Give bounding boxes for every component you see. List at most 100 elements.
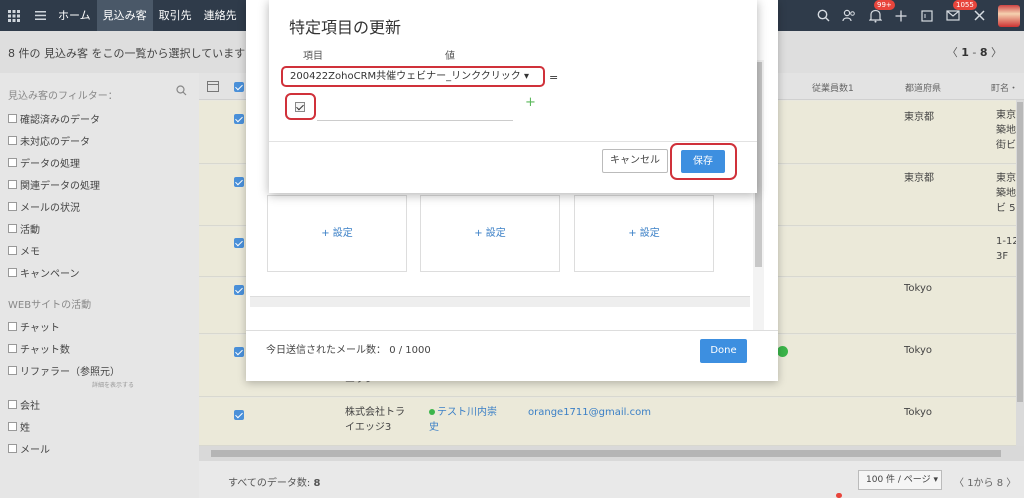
- filter-checkbox[interactable]: [8, 246, 17, 255]
- filter-item[interactable]: メモ: [8, 243, 40, 258]
- filter-item[interactable]: 確認済みのデータ: [8, 111, 100, 126]
- value-checkbox[interactable]: [295, 102, 305, 112]
- equals-sign: =: [549, 71, 559, 84]
- next-page-icon[interactable]: 〉: [1003, 478, 1016, 489]
- update-field-modal: 特定項目の更新 項目 値 200422ZohoCRM共催ウェビナー_リンククリッ…: [269, 0, 757, 193]
- row-checkbox[interactable]: [234, 238, 244, 248]
- chevron-down-icon: ▾: [523, 71, 529, 82]
- filter-item[interactable]: 未対応のデータ: [8, 133, 90, 148]
- user-avatar[interactable]: [998, 4, 1020, 27]
- column-header-employees[interactable]: 従業員数1: [812, 81, 854, 94]
- add-condition-icon[interactable]: +: [525, 95, 536, 110]
- modal-horizontal-scrollbar[interactable]: [250, 296, 750, 307]
- web-activity-section-title: WEBサイトの活動: [8, 300, 92, 311]
- prev-page-icon[interactable]: 〈: [947, 46, 962, 59]
- row-checkbox[interactable]: [234, 114, 244, 124]
- sent-mail-count: 今日送信されたメール数： 0 / 1000: [266, 345, 431, 356]
- total-count: すべてのデータ数: 8: [228, 478, 321, 489]
- table-vertical-scrollbar[interactable]: [1016, 100, 1024, 446]
- tab-home[interactable]: ホーム: [52, 0, 97, 31]
- template-slot[interactable]: + 設定: [574, 195, 714, 272]
- filter-item[interactable]: リファラー（参照元）: [8, 363, 120, 378]
- tab-accounts[interactable]: 取引先: [153, 0, 198, 31]
- template-setup-link[interactable]: + 設定: [268, 224, 406, 239]
- app-grid-icon[interactable]: [0, 0, 28, 31]
- table-horizontal-scrollbar[interactable]: [199, 446, 1024, 461]
- show-more-link[interactable]: 詳細を表示する: [92, 380, 134, 389]
- filter-item[interactable]: キャンペーン: [8, 265, 80, 280]
- cell-prefecture: Tokyo: [904, 407, 932, 418]
- setup-tools-icon[interactable]: [966, 0, 992, 31]
- cell-town: 東京 築地ビ 5: [996, 173, 1016, 214]
- save-button-highlight: 保存: [670, 143, 737, 180]
- bottom-pager[interactable]: 〈 1から 8 〉: [954, 474, 1016, 489]
- cell-contact-name[interactable]: テスト川内崇史: [429, 405, 497, 435]
- filter-checkbox[interactable]: [8, 444, 17, 453]
- row-checkbox[interactable]: [234, 285, 244, 295]
- scrollbar-thumb[interactable]: [1017, 102, 1023, 402]
- template-slot[interactable]: + 設定: [420, 195, 560, 272]
- prev-page-icon[interactable]: 〈: [954, 478, 967, 489]
- template-slot[interactable]: + 設定: [267, 195, 407, 272]
- filter-item[interactable]: 活動: [8, 221, 40, 236]
- modal-title: 特定項目の更新: [289, 18, 402, 37]
- mail-icon[interactable]: 1055: [940, 0, 977, 31]
- field-select[interactable]: 200422ZohoCRM共催ウェビナー_リンククリック ▾: [281, 66, 545, 87]
- template-setup-link[interactable]: + 設定: [421, 224, 559, 239]
- cell-prefecture: Tokyo: [904, 345, 932, 356]
- filter-checkbox[interactable]: [8, 344, 17, 353]
- cell-company: 株式会社トラ イエッジ3: [345, 407, 405, 433]
- template-setup-link[interactable]: + 設定: [575, 224, 713, 239]
- cell-town: 東京 築地 街ビ: [996, 110, 1016, 151]
- filter-item[interactable]: 姓: [8, 419, 30, 434]
- tab-leads[interactable]: 見込み客: [96, 0, 153, 31]
- filter-checkbox[interactable]: [8, 202, 17, 211]
- cell-email[interactable]: orange1711@gmail.com: [528, 405, 651, 420]
- per-page-select[interactable]: 100 件 / ページ ▾: [858, 470, 942, 490]
- column-header-town[interactable]: 町名・: [991, 81, 1018, 94]
- scrollbar-thumb[interactable]: [211, 450, 1001, 457]
- cancel-button[interactable]: キャンセル: [602, 149, 668, 173]
- column-header-prefecture[interactable]: 都道府県: [905, 81, 941, 94]
- filter-checkbox[interactable]: [8, 322, 17, 331]
- row-checkbox[interactable]: [234, 177, 244, 187]
- filter-checkbox[interactable]: [8, 180, 17, 189]
- next-page-icon[interactable]: 〉: [988, 46, 1002, 59]
- column-settings-icon[interactable]: [207, 81, 219, 95]
- top-pager[interactable]: 〈 1 - 8 〉: [947, 44, 1002, 60]
- notification-bell-icon[interactable]: 99+: [862, 0, 895, 31]
- filter-item[interactable]: 関連データの処理: [8, 177, 100, 192]
- filter-checkbox[interactable]: [8, 136, 17, 145]
- table-row[interactable]: 株式会社トラ イエッジ3 テスト川内崇史 orange1711@gmail.com…: [199, 398, 1024, 446]
- row-checkbox[interactable]: [234, 347, 244, 357]
- menu-icon[interactable]: [28, 0, 52, 31]
- filter-item[interactable]: チャット数: [8, 341, 70, 356]
- save-button[interactable]: 保存: [681, 150, 725, 173]
- tab-contacts[interactable]: 連絡先: [198, 0, 243, 31]
- chevron-down-icon: ▾: [933, 475, 939, 485]
- filter-checkbox[interactable]: [8, 114, 17, 123]
- filter-checkbox[interactable]: [8, 224, 17, 233]
- filter-item[interactable]: 会社: [8, 397, 40, 412]
- calendar-icon[interactable]: [914, 0, 940, 31]
- filter-search-icon[interactable]: [176, 85, 187, 99]
- filter-checkbox[interactable]: [8, 268, 17, 277]
- status-dot: [429, 409, 435, 415]
- filter-item[interactable]: メール: [8, 441, 50, 456]
- filter-checkbox[interactable]: [8, 158, 17, 167]
- done-button[interactable]: Done: [700, 339, 747, 363]
- value-checkbox-highlight: [285, 93, 316, 120]
- contacts-icon[interactable]: [836, 0, 862, 31]
- select-all-checkbox[interactable]: [234, 82, 244, 92]
- value-label: 値: [445, 51, 455, 62]
- row-checkbox[interactable]: [234, 410, 244, 420]
- filter-checkbox[interactable]: [8, 400, 17, 409]
- filter-item[interactable]: チャット: [8, 319, 60, 334]
- filter-item[interactable]: データの処理: [8, 155, 80, 170]
- add-icon[interactable]: [888, 0, 914, 31]
- search-icon[interactable]: [810, 0, 836, 31]
- filter-checkbox[interactable]: [8, 422, 17, 431]
- filter-checkbox[interactable]: [8, 366, 17, 375]
- indicator-dot: [836, 493, 842, 498]
- filter-item[interactable]: メールの状況: [8, 199, 80, 214]
